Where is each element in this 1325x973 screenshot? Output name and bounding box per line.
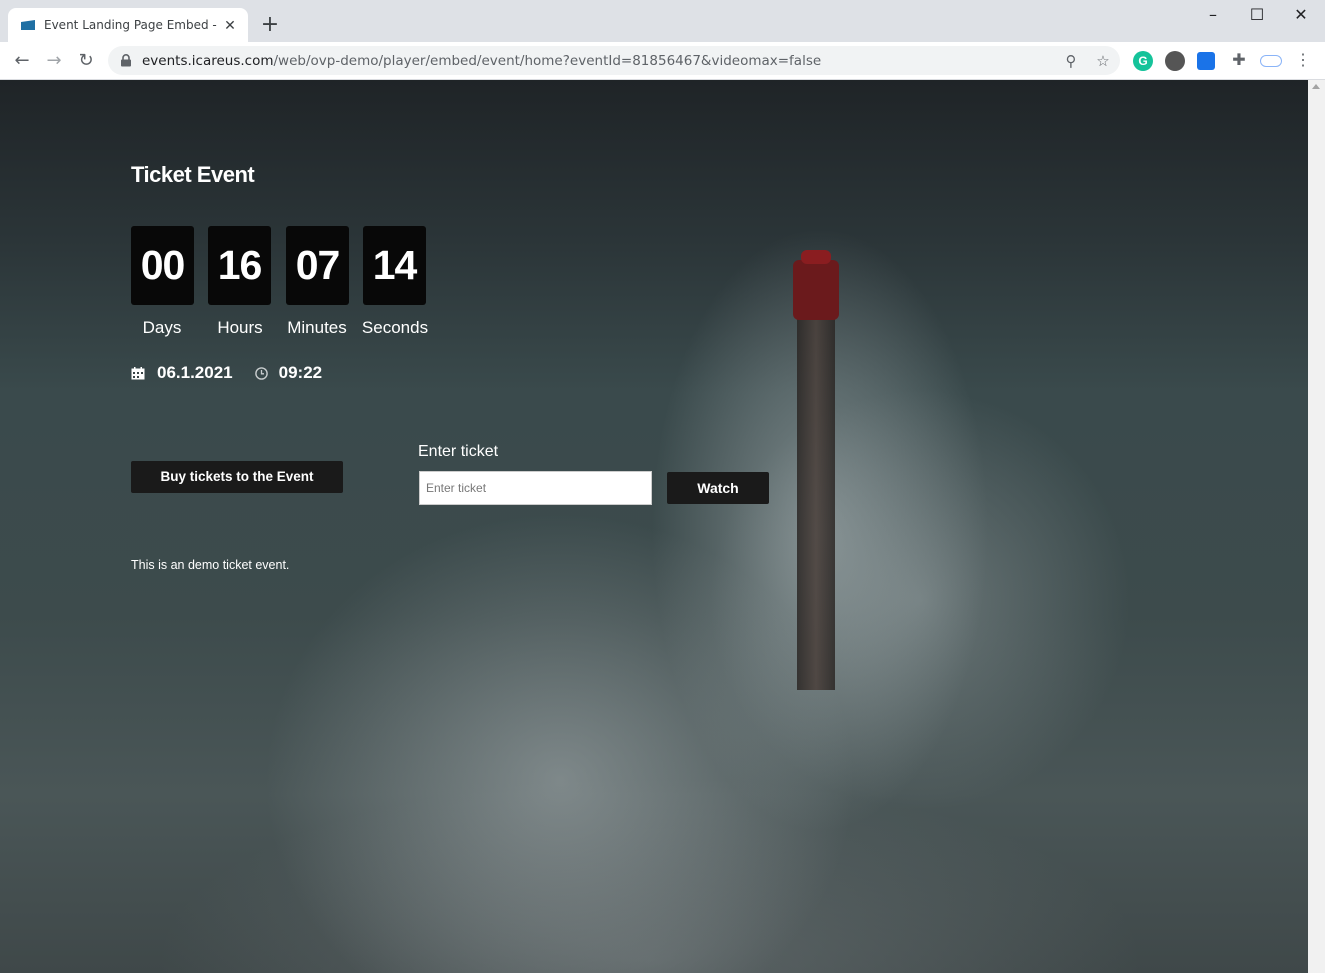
- extension-icon[interactable]: [1260, 55, 1282, 67]
- extension-badge-icon[interactable]: [1197, 52, 1215, 70]
- scroll-up-arrow-icon[interactable]: [1312, 84, 1320, 89]
- new-tab-button[interactable]: +: [258, 14, 282, 38]
- url-path: /web/ovp-demo/player/embed/event/home?ev…: [273, 53, 822, 69]
- countdown-days-label: Days: [142, 318, 182, 337]
- countdown-hours-value: 16: [208, 226, 271, 305]
- countdown-minutes-label: Minutes: [287, 318, 347, 337]
- lighthouse-background-image: [793, 250, 839, 690]
- browser-toolbar: ← → ↻ events.icareus.com/web/ovp-demo/pl…: [0, 42, 1325, 80]
- browser-chrome: Event Landing Page Embed - OVP ✕ + – ☐ ✕…: [0, 0, 1325, 80]
- reload-icon[interactable]: ↻: [73, 48, 99, 74]
- countdown-seconds-value: 14: [363, 226, 426, 305]
- window-minimize-button[interactable]: –: [1190, 0, 1236, 30]
- countdown-hours-label: Hours: [217, 318, 263, 337]
- event-landing-page: Ticket Event 00 16 07 14 Days Hours Minu…: [0, 80, 1308, 973]
- event-title: Ticket Event: [131, 162, 255, 187]
- bookmark-star-icon[interactable]: ☆: [1094, 52, 1112, 70]
- clock-icon: [254, 366, 268, 380]
- tab-title: Event Landing Page Embed - OVP: [44, 18, 218, 32]
- back-arrow-icon[interactable]: ←: [9, 48, 35, 74]
- ticket-input[interactable]: [419, 471, 652, 505]
- window-close-button[interactable]: ✕: [1278, 0, 1324, 30]
- grammarly-extension-icon[interactable]: G: [1133, 51, 1153, 71]
- countdown-minutes-value: 07: [286, 226, 349, 305]
- browser-menu-icon[interactable]: ⋮: [1293, 51, 1313, 71]
- zoom-icon[interactable]: ⚲: [1062, 52, 1080, 70]
- page-scrollbar[interactable]: [1308, 80, 1325, 973]
- countdown-days-value: 00: [131, 226, 194, 305]
- extensions-puzzle-icon[interactable]: ✚: [1229, 51, 1249, 71]
- extension-icon[interactable]: [1165, 51, 1185, 71]
- plus-icon: +: [260, 12, 280, 37]
- url-host: events.icareus.com: [142, 53, 274, 69]
- event-description: This is an demo ticket event.: [131, 558, 290, 572]
- calendar-icon: [131, 366, 145, 379]
- watch-button[interactable]: Watch: [667, 472, 769, 504]
- event-time: 09:22: [278, 363, 323, 382]
- browser-tab[interactable]: Event Landing Page Embed - OVP ✕: [8, 8, 248, 42]
- buy-tickets-button[interactable]: Buy tickets to the Event: [131, 461, 343, 493]
- tab-close-icon[interactable]: ✕: [222, 17, 238, 33]
- event-date: 06.1.2021: [157, 363, 233, 382]
- url-text[interactable]: events.icareus.com/web/ovp-demo/player/e…: [142, 53, 821, 69]
- ticket-label: Enter ticket: [418, 443, 499, 460]
- tab-strip: Event Landing Page Embed - OVP ✕ + – ☐ ✕: [0, 0, 1325, 42]
- forward-arrow-icon[interactable]: →: [41, 48, 67, 74]
- lock-icon: [121, 54, 131, 67]
- site-favicon-icon: [21, 20, 35, 30]
- countdown-seconds-label: Seconds: [361, 318, 429, 337]
- event-datetime: 06.1.2021 09:22: [131, 361, 322, 385]
- address-bar[interactable]: events.icareus.com/web/ovp-demo/player/e…: [108, 46, 1120, 75]
- window-maximize-button[interactable]: ☐: [1234, 0, 1280, 30]
